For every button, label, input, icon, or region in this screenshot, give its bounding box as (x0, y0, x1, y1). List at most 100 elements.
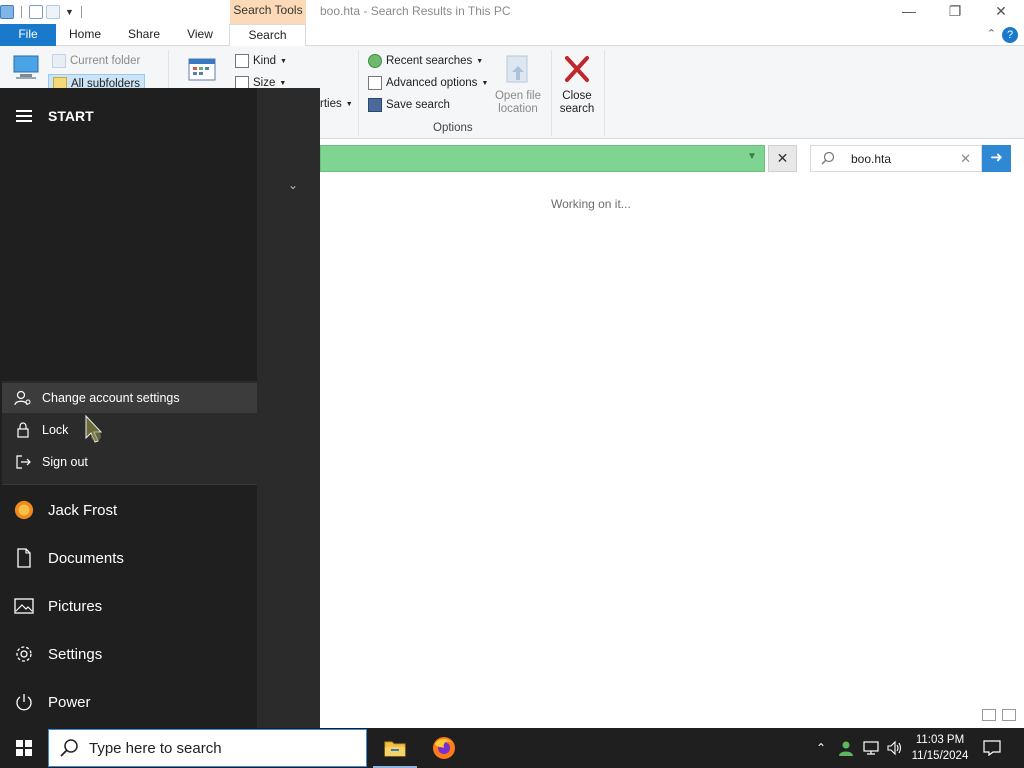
sign-out-icon (16, 455, 31, 469)
close-search-label-2: search (559, 103, 595, 115)
recent-searches-icon (368, 54, 382, 68)
minimize-button[interactable]: — (886, 0, 932, 24)
user-tray-icon[interactable] (838, 728, 854, 768)
chevron-down-icon[interactable]: ⌄ (288, 178, 298, 192)
search-icon (821, 151, 835, 168)
start-button[interactable] (0, 728, 48, 768)
firefox-icon (433, 737, 455, 759)
clock-time: 11:03 PM (915, 734, 965, 746)
search-tools-context-label: Search Tools (230, 0, 306, 24)
account-flyout: Change account settings Lock Sign out (2, 381, 257, 485)
notification-icon (983, 740, 1001, 756)
help-icon[interactable]: ? (1002, 27, 1018, 43)
windows-logo-icon (16, 740, 32, 756)
lock-label: Lock (42, 423, 69, 437)
chevron-down-icon: ▼ (280, 57, 287, 65)
account-settings-icon (14, 390, 31, 406)
hamburger-icon[interactable] (16, 110, 32, 122)
close-search-button[interactable]: Close search (554, 54, 600, 116)
other-properties-button[interactable]: rties ▼ (320, 98, 353, 110)
window-title: boo.hta - Search Results in This PC (320, 4, 511, 18)
clock[interactable]: 11:03 PM 11/15/2024 (906, 732, 974, 764)
start-menu-header[interactable]: START (16, 108, 94, 124)
chevron-down-icon: ▼ (481, 79, 489, 87)
start-menu: START ⌄ Change account settings Lock Sig… (0, 88, 320, 728)
customize-toolbar-icon[interactable]: ▼ (65, 7, 74, 17)
chevron-down-icon: ▼ (279, 79, 287, 87)
search-go-button[interactable]: ➜ (982, 145, 1011, 172)
recent-searches-button[interactable]: Recent searches ▼ (368, 54, 483, 68)
close-button[interactable]: ✕ (978, 0, 1024, 24)
stop-search-button[interactable]: ✕ (768, 145, 797, 172)
title-bar: ▼ Search Tools boo.hta - Search Results … (0, 0, 1024, 24)
documents-item[interactable]: Documents (14, 548, 124, 568)
show-hidden-icons-button[interactable]: ⌃ (816, 728, 826, 768)
settings-label: Settings (48, 645, 103, 663)
volume-icon[interactable] (886, 728, 904, 768)
search-box[interactable]: boo.hta ✕ (810, 145, 982, 172)
start-menu-title: START (48, 108, 94, 124)
close-search-label-1: Close (562, 90, 592, 102)
user-account-item[interactable]: Jack Frost (14, 500, 117, 520)
properties-icon[interactable] (29, 5, 43, 19)
tab-view[interactable]: View (176, 24, 224, 46)
chevron-down-icon: ▼ (476, 57, 484, 65)
tab-search[interactable]: Search (229, 24, 306, 47)
save-icon (368, 98, 382, 112)
save-search-button[interactable]: Save search (368, 98, 450, 112)
documents-label: Documents (48, 549, 124, 567)
address-dropdown-icon[interactable]: ▼ (747, 151, 757, 162)
file-explorer-icon (384, 741, 406, 757)
recent-searches-label: Recent searches (386, 55, 473, 67)
other-properties-label: rties (320, 98, 342, 110)
kind-button[interactable]: Kind ▼ (235, 54, 287, 68)
search-icon (60, 739, 78, 757)
divider (604, 50, 605, 136)
clear-search-icon[interactable]: ✕ (960, 151, 971, 167)
firefox-taskbar-button[interactable] (420, 728, 468, 768)
taskbar-search-placeholder: Type here to search (89, 739, 222, 757)
current-folder-label: Current folder (70, 55, 141, 67)
power-label: Power (48, 693, 91, 711)
this-pc-icon[interactable] (10, 54, 42, 82)
document-icon (14, 548, 34, 568)
open-file-location-button[interactable]: Open file location (490, 54, 546, 116)
address-bar[interactable] (320, 145, 765, 172)
date-modified-icon[interactable] (188, 56, 216, 82)
change-account-settings-item[interactable]: Change account settings (2, 383, 257, 413)
network-icon[interactable] (862, 728, 880, 768)
lock-icon (17, 422, 29, 438)
power-icon (14, 692, 34, 712)
taskbar-search-box[interactable]: Type here to search (48, 729, 367, 767)
sign-out-label: Sign out (42, 455, 88, 469)
pictures-icon (14, 596, 34, 616)
new-folder-icon[interactable] (46, 5, 60, 19)
tab-file[interactable]: File (0, 24, 56, 46)
advanced-options-icon (368, 76, 382, 90)
options-group-label: Options (433, 122, 473, 134)
tab-home[interactable]: Home (60, 24, 110, 46)
pictures-item[interactable]: Pictures (14, 596, 102, 616)
action-center-button[interactable] (980, 728, 1004, 768)
divider (551, 50, 552, 136)
tab-share[interactable]: Share (118, 24, 170, 46)
open-file-location-label-2: location (498, 103, 538, 115)
user-name: Jack Frost (48, 501, 118, 519)
restore-button[interactable]: ❐ (932, 0, 978, 24)
file-explorer-taskbar-button[interactable] (371, 728, 419, 768)
details-view-icon[interactable] (982, 709, 996, 721)
collapse-ribbon-icon[interactable]: ⌃ (987, 27, 996, 40)
settings-item[interactable]: Settings (14, 644, 102, 664)
ribbon-tabs: File Home Share View Search (0, 24, 1024, 47)
clock-date: 11/15/2024 (911, 750, 969, 762)
search-query[interactable]: boo.hta (851, 152, 891, 166)
gear-icon (14, 644, 34, 664)
lock-item[interactable]: Lock (2, 415, 257, 445)
power-item[interactable]: Power (14, 692, 91, 712)
kind-label: Kind (253, 55, 277, 67)
current-folder-button[interactable]: Current folder (52, 54, 140, 68)
advanced-options-button[interactable]: Advanced options ▼ (368, 76, 488, 90)
large-icons-view-icon[interactable] (1002, 709, 1016, 721)
sign-out-item[interactable]: Sign out (2, 447, 257, 477)
mouse-cursor-icon (82, 414, 106, 447)
